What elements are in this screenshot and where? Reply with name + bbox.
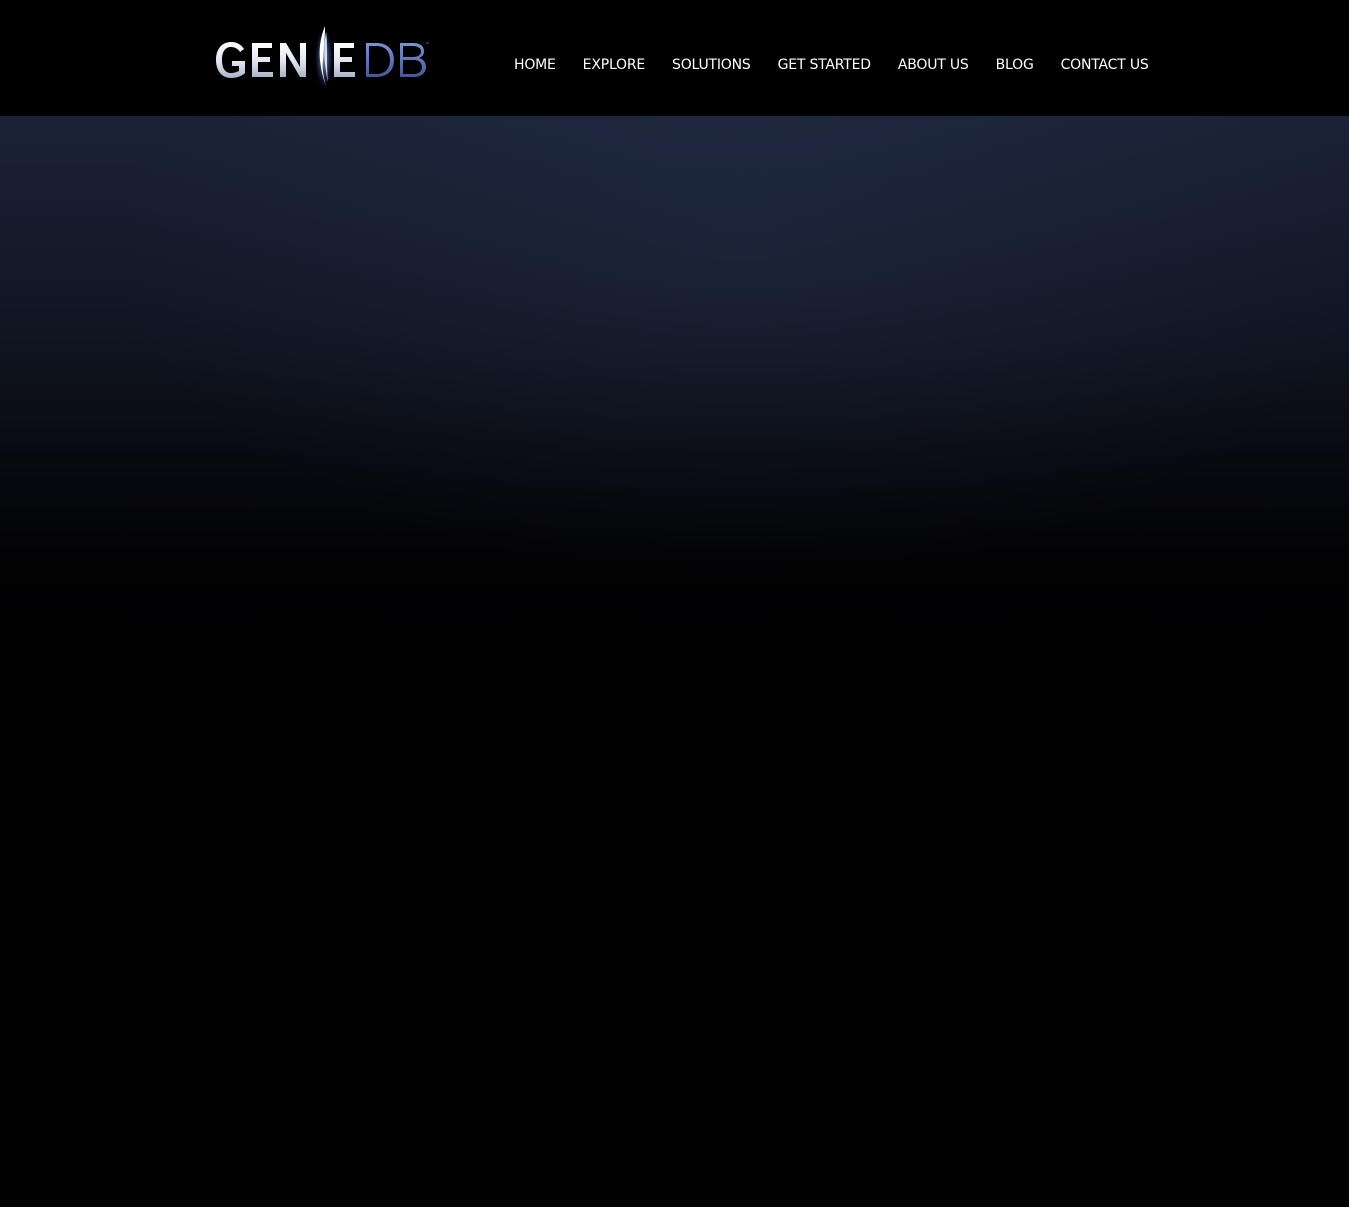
hero-glow	[0, 116, 1349, 636]
main-nav-list: HOME EXPLORE SOLUTIONS GET STARTED ABOUT…	[514, 53, 1149, 77]
nav-link-contact-us[interactable]: CONTACT US	[1061, 53, 1149, 77]
nav-item-contact-us: CONTACT US	[1061, 53, 1149, 77]
page-body	[0, 636, 1349, 1207]
geniedb-logo[interactable]: ™	[214, 24, 434, 88]
nav-link-blog[interactable]: BLOG	[996, 53, 1034, 77]
nav-link-explore[interactable]: EXPLORE	[583, 53, 646, 77]
nav-item-get-started: GET STARTED	[778, 53, 872, 77]
nav-item-blog: BLOG	[996, 53, 1034, 77]
nav-item-explore: EXPLORE	[583, 53, 646, 77]
nav-item-home: HOME	[514, 53, 556, 77]
main-nav: HOME EXPLORE SOLUTIONS GET STARTED ABOUT…	[514, 53, 1149, 77]
hero-banner	[0, 116, 1349, 636]
nav-item-solutions: SOLUTIONS	[672, 53, 751, 77]
nav-link-about-us[interactable]: ABOUT US	[898, 53, 969, 77]
site-header: ™ HOME EXPLORE SOLUTIONS GET STARTED ABO…	[0, 0, 1349, 116]
nav-link-get-started[interactable]: GET STARTED	[778, 53, 872, 77]
geniedb-logo-mark: ™	[216, 26, 430, 88]
nav-link-solutions[interactable]: SOLUTIONS	[672, 53, 751, 77]
nav-link-home[interactable]: HOME	[514, 53, 556, 77]
nav-item-about-us: ABOUT US	[898, 53, 969, 77]
svg-text:™: ™	[425, 42, 430, 48]
